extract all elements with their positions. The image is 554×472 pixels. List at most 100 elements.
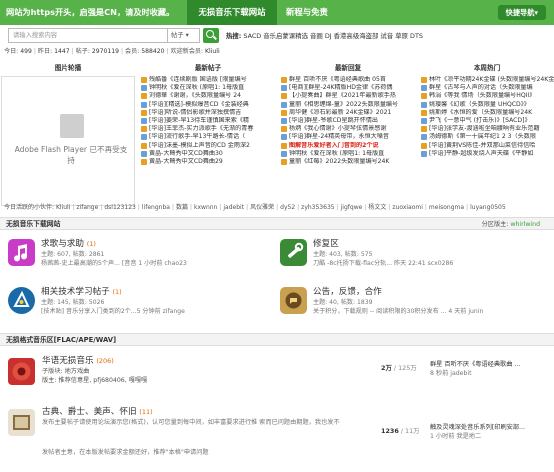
newest-reply-item[interactable]: [电商][群星-24K精版HD金律《苏荷偶 xyxy=(281,84,417,92)
search-input[interactable]: 请输入搜索内容 xyxy=(8,28,168,43)
hot-post-title[interactable]: 姚斯婷《水恒的爱（头数限量编号24K xyxy=(429,109,532,116)
active-member-link[interactable]: zuoxiaomi xyxy=(392,204,423,211)
newest-reply-item[interactable]: 【小提奏曲】群星《2021年最新歌手热 xyxy=(281,92,417,100)
forum-title[interactable]: 公告，反馈，合作 xyxy=(313,287,382,298)
forum-moderators[interactable]: 版主: 推荐信意星, pfj680406, 嘎嘎嘎 xyxy=(42,377,147,385)
subforum-list[interactable]: 子版块: 地方戏曲 xyxy=(42,368,89,376)
active-member-link[interactable]: lifengnba xyxy=(142,204,170,211)
newest-reply-title[interactable]: [华语]群星-24精英母带，永恒大嗓音 xyxy=(289,133,389,140)
forum-row[interactable]: 古典、爵士、美声、怀旧 (11) 发布主要帖子请使用论坛演示您(格式)，认可您量… xyxy=(0,403,554,469)
forum-title[interactable]: 古典、爵士、美声、怀旧 (11) xyxy=(42,407,153,418)
forum-last-post[interactable]: 杨茜茜-史上最高潮的5个声... [音音 1 小时前 chao23 xyxy=(41,260,187,268)
newest-post-title[interactable]: 刘德華《谢谢，《头数限量编号 24 xyxy=(149,92,241,99)
hot-post-item[interactable]: 群星《古琴与人声的对话（头数限量编 xyxy=(421,84,554,92)
active-member-link[interactable]: jadebit xyxy=(223,204,244,211)
newest-post-item[interactable]: 刘德華《谢谢，《头数限量编号 24 xyxy=(141,92,277,100)
newest-post-item[interactable]: [华语]流行歌手-早13牛路长-情话（ xyxy=(141,133,277,141)
active-member-link[interactable]: jigfqwe xyxy=(341,204,363,211)
newest-post-item[interactable]: [华语]沫墨-模拟上声音的CD 金雨深2 xyxy=(141,142,277,150)
hot-search-terms[interactable]: SACD 音乐启蒙课精选 音圈 DJ 香港高级海盗部 试音 草原 DTS xyxy=(243,32,423,40)
newest-post-item[interactable]: 黄晶-大畸秀中文CD舞曲29 xyxy=(141,158,277,166)
newest-reply-title[interactable]: [电商][群星-24K精版HD金律《苏荷偶 xyxy=(289,84,392,91)
search-scope-select[interactable]: 帖子 ▾ xyxy=(168,28,200,43)
forum-item[interactable]: 求歌与求助 (1) 主题: 607, 帖数: 2861 杨茜茜-史上最高潮的5个… xyxy=(8,237,278,277)
newest-post-title[interactable]: 残酷番《连续剧版 国语版 [限量编号 xyxy=(149,76,247,83)
forum-title[interactable]: 华语无损音乐 (206) xyxy=(42,356,114,367)
search-button[interactable] xyxy=(203,28,219,43)
newest-reply-title[interactable]: 杨炳《我心情谢》小提琴弦情景感谢 xyxy=(289,125,387,132)
forum-last-post[interactable]: [技术贴] 音乐分享入门类到的2个...5 分钟前 zifange xyxy=(41,308,185,316)
moderator-name[interactable]: whirlwind xyxy=(510,221,540,228)
hot-post-title[interactable]: [华语]张学友-渡涵啦坐咱腰晌有业乐范籍 xyxy=(429,125,540,132)
newest-reply-item[interactable]: 童丽《红莓》2022头数限量编号24K xyxy=(281,158,417,166)
active-member-link[interactable]: zifange xyxy=(76,204,98,211)
newest-reply-item[interactable]: 钟明秋《爱在深秋 (原唱1: 1母版直 xyxy=(281,150,417,158)
newest-post-title[interactable]: 黄晶-大畸秀中文CD舞曲29 xyxy=(149,158,223,165)
hot-post-title[interactable]: 汤姆德斯《第一十属年纪1 2 3（头数限 xyxy=(429,133,536,140)
newest-reply-title[interactable]: 童丽《红莓》2022头数限量编号24K xyxy=(289,158,389,165)
newest-post-item[interactable]: 黄晶-大畸秀中文CD舞曲30 xyxy=(141,150,277,158)
section-title[interactable]: 无损音乐下载网站 xyxy=(6,220,60,228)
forum-last-post[interactable]: 关于积分，下载规则 -- 阅读积限的30积分发布 ... 4 天前 junin xyxy=(313,308,483,316)
newest-post-item[interactable]: 残酷番《连续剧版 国语版 [限量编号 xyxy=(141,76,277,84)
hot-post-item[interactable]: 姚璎馨《幻歌（头数限量 UHQCD》》 xyxy=(421,101,554,109)
hot-post-title[interactable]: 林叶《凉平功期24K金碟 (头数限量编号24K金 xyxy=(429,76,554,83)
active-member-link[interactable]: zyh353635 xyxy=(301,204,334,211)
image-carousel[interactable]: Adobe Flash Player 已不再受支持 xyxy=(1,76,135,206)
hot-post-item[interactable]: [华语]平静-超级发烧人声天碟《平静如 xyxy=(421,150,554,158)
hot-post-title[interactable]: [华语]黄荆VS陈佳-并双那山菜信待信哈 xyxy=(429,142,535,149)
newest-post-item[interactable]: 钟明秋《爱在深秋 (原唱1: 1母版直 xyxy=(141,84,277,92)
forum-item[interactable]: 相关技术学习帖子 (1) 主题: 145, 帖数: 5026 [技术贴] 音乐分… xyxy=(8,285,278,325)
hot-post-title[interactable]: 姚璎馨《幻歌（头数限量 UHQCD》》 xyxy=(429,101,530,108)
newest-reply-title[interactable]: 钟明秋《爱在深秋 (原唱1: 1母版直 xyxy=(289,150,384,157)
tab-rules[interactable]: 新程与免责 xyxy=(286,7,328,18)
newest-reply-title[interactable]: 周华健《凉石彩最新 24K金碟》2021 xyxy=(289,109,391,116)
newest-reply-title[interactable]: [华语]群星-爷歌CD星跳开怀情出 xyxy=(289,117,378,124)
quick-nav-button[interactable]: 快捷导航▾ xyxy=(497,5,546,20)
newest-post-title[interactable]: [华语]流行歌手-早13牛路长-情话（ xyxy=(149,133,245,140)
forum-item[interactable]: 公告，反馈，合作 主题: 40, 帖数: 1839 关于积分，下载规则 -- 阅… xyxy=(280,285,550,325)
newest-post-item[interactable]: [华语]姜荣-早13待车谨慎国来索《精 xyxy=(141,117,277,125)
newest-post-item[interactable]: [华语][精选]-模拟爆音CD《金装经典 xyxy=(141,101,277,109)
newest-post-title[interactable]: 黄晶-大畸秀中文CD舞曲30 xyxy=(149,150,223,157)
active-member-link[interactable]: 数篇 xyxy=(176,204,188,211)
hot-post-item[interactable]: 韩涓《等我 情场（头数限量编号HQII》 xyxy=(421,92,554,100)
hot-post-title[interactable]: 韩涓《等我 情场（头数限量编号HQII》 xyxy=(429,92,535,99)
active-member-link[interactable]: meisongma xyxy=(429,204,464,211)
newest-post-item[interactable]: [华语]王菲杰-实力派歌手《无渐的青春 xyxy=(141,125,277,133)
hot-post-title[interactable]: [华语]平静-超级发烧人声天碟《平静如 xyxy=(429,150,533,157)
active-member-link[interactable]: luyang0505 xyxy=(470,204,506,211)
forum-last-post[interactable]: 刀酷 -8c托扬下载-flac分轨... 昨天 22:41 scx0286 xyxy=(313,260,453,268)
newest-reply-title[interactable]: 童丽《相思缠绵-童》2022头数限量编号 xyxy=(289,101,398,108)
newest-reply-item[interactable]: 周华健《凉石彩最新 24K金碟》2021 xyxy=(281,109,417,117)
newest-reply-title[interactable]: 群星 百听不厌《粤语经典歌曲 05首 xyxy=(289,76,386,83)
newest-reply-item[interactable]: 群星 百听不厌《粤语经典歌曲 05首 xyxy=(281,76,417,84)
tab-download-site[interactable]: 无损音乐下载网站 xyxy=(187,0,277,25)
hot-post-title[interactable]: 尹飞《一意中气 (打击乐)》[SACD]》 xyxy=(429,117,531,124)
newest-post-title[interactable]: [华语]姜荣-早13待车谨慎国来索《精 xyxy=(149,117,249,124)
newest-post-title[interactable]: [华语]沫墨-模拟上声音的CD 金雨深2 xyxy=(149,142,250,149)
active-member-link[interactable]: dy52 xyxy=(280,204,295,211)
hot-post-item[interactable]: 汤姆德斯《第一十属年纪1 2 3（头数限 xyxy=(421,133,554,141)
forum-last-post[interactable]: 触及灵魂深处音乐系列[印刷安部... 1 小时前 我是地二 xyxy=(430,423,525,442)
hot-post-item[interactable]: [华语]张学友-渡涵啦坐咱腰晌有业乐范籍 xyxy=(421,125,554,133)
active-member-link[interactable]: Kliuli xyxy=(56,204,70,211)
hot-post-item[interactable]: 姚斯婷《水恒的爱（头数限量编号24K xyxy=(421,109,554,117)
newest-reply-item[interactable]: 杨炳《我心情谢》小提琴弦情景感谢 xyxy=(281,125,417,133)
newest-post-title[interactable]: [华语][精选]-模拟爆音CD《金装经典 xyxy=(149,101,249,108)
forum-item[interactable]: 修复区 主题: 403, 帖数: 575 刀酷 -8c托扬下载-flac分轨..… xyxy=(280,237,550,277)
newest-post-title[interactable]: [华语]王菲杰-实力派歌手《无渐的青春 xyxy=(149,125,253,132)
newest-post-title[interactable]: 钟明秋《爱在深秋 (原唱1: 1母版直 xyxy=(149,84,244,91)
active-member-link[interactable]: kxwnnn xyxy=(194,204,217,211)
active-member-link[interactable]: 风仪雅荣 xyxy=(250,204,274,211)
newest-reply-item[interactable]: [华语]群星-24精英母带，永恒大嗓音 xyxy=(281,133,417,141)
newest-reply-item[interactable]: 图解音乐爱好者入门音到的2个说 xyxy=(281,142,417,150)
forum-row[interactable]: 华语无损音乐 (206) 子版块: 地方戏曲 版主: 推荐信意星, pfj680… xyxy=(0,352,554,397)
section-title[interactable]: 无损格式音乐区[FLAC/APE/WAV] xyxy=(6,336,116,344)
newest-post-title[interactable]: [华语]听说-情侣影歌并深独撰情吉 xyxy=(149,109,241,116)
newest-reply-title[interactable]: 【小提奏曲】群星《2021年最新歌手热 xyxy=(289,92,396,99)
hot-post-title[interactable]: 群星《古琴与人声的对话（头数限量编 xyxy=(429,84,533,91)
forum-title[interactable]: 求歌与求助 (1) xyxy=(41,239,96,250)
active-member-link[interactable]: dsl123123 xyxy=(104,204,136,211)
newest-reply-item[interactable]: [华语]群星-爷歌CD星跳开怀情出 xyxy=(281,117,417,125)
